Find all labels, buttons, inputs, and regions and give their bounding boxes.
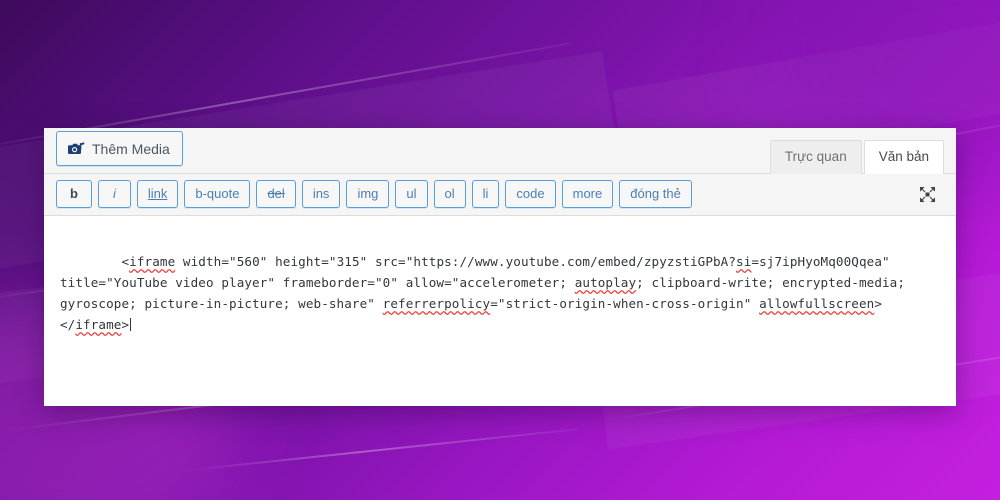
code-text: ="strict-origin-when-cross-origin" xyxy=(490,296,760,311)
text-editor-content-area[interactable]: <iframe width="560" height="315" src="ht… xyxy=(44,216,956,406)
quicktag-bquote-button[interactable]: b-quote xyxy=(184,180,251,208)
quicktag-italic-button[interactable]: i xyxy=(97,180,131,208)
quicktag-li-button[interactable]: li xyxy=(471,180,500,208)
quicktags-button-group: b i link b-quote del ins img ul ol li co… xyxy=(56,180,692,208)
media-camera-music-icon xyxy=(68,141,85,157)
background-streak xyxy=(179,428,578,472)
misspelled-word: iframe xyxy=(129,254,176,269)
quicktag-more-button[interactable]: more xyxy=(561,180,614,208)
quicktag-ul-button[interactable]: ul xyxy=(395,180,428,208)
quicktag-bold-button[interactable]: b xyxy=(56,180,92,208)
code-text: > xyxy=(121,317,130,332)
quicktag-img-button[interactable]: img xyxy=(346,180,390,208)
background-stage: Thêm Media Trực quan Văn bản b i link b-… xyxy=(0,0,1000,500)
editor-mode-tabs: Trực quan Văn bản xyxy=(769,139,944,174)
quicktag-del-button[interactable]: del xyxy=(256,180,296,208)
quicktag-link-button[interactable]: link xyxy=(136,180,179,208)
add-media-label: Thêm Media xyxy=(92,140,170,157)
quicktag-code-button[interactable]: code xyxy=(505,180,556,208)
editor-header: Thêm Media Trực quan Văn bản xyxy=(44,128,956,174)
code-segments: <iframe width="560" height="315" src="ht… xyxy=(60,254,913,332)
misspelled-word: referrerpolicy xyxy=(382,296,491,311)
tab-visual[interactable]: Trực quan xyxy=(769,139,862,174)
misspelled-word: iframe xyxy=(75,317,122,332)
misspelled-word: si xyxy=(736,254,752,269)
quicktags-toolbar: b i link b-quote del ins img ul ol li co… xyxy=(44,174,956,216)
misspelled-word: autoplay xyxy=(574,275,637,290)
fullscreen-expand-icon[interactable] xyxy=(914,181,940,207)
code-text: width="560" height="315" src="https://ww… xyxy=(175,254,737,269)
misspelled-word: allowfullscreen xyxy=(759,296,875,311)
quicktag-close-tags-button[interactable]: đóng thẻ xyxy=(619,180,692,208)
add-media-button[interactable]: Thêm Media xyxy=(56,131,183,166)
wordpress-editor-panel: Thêm Media Trực quan Văn bản b i link b-… xyxy=(44,128,956,406)
text-cursor xyxy=(130,318,132,331)
quicktag-ol-button[interactable]: ol xyxy=(433,180,466,208)
editor-code-text[interactable]: <iframe width="560" height="315" src="ht… xyxy=(60,230,940,356)
code-text: < xyxy=(121,254,130,269)
tab-text[interactable]: Văn bản xyxy=(863,139,944,174)
quicktag-ins-button[interactable]: ins xyxy=(301,180,341,208)
